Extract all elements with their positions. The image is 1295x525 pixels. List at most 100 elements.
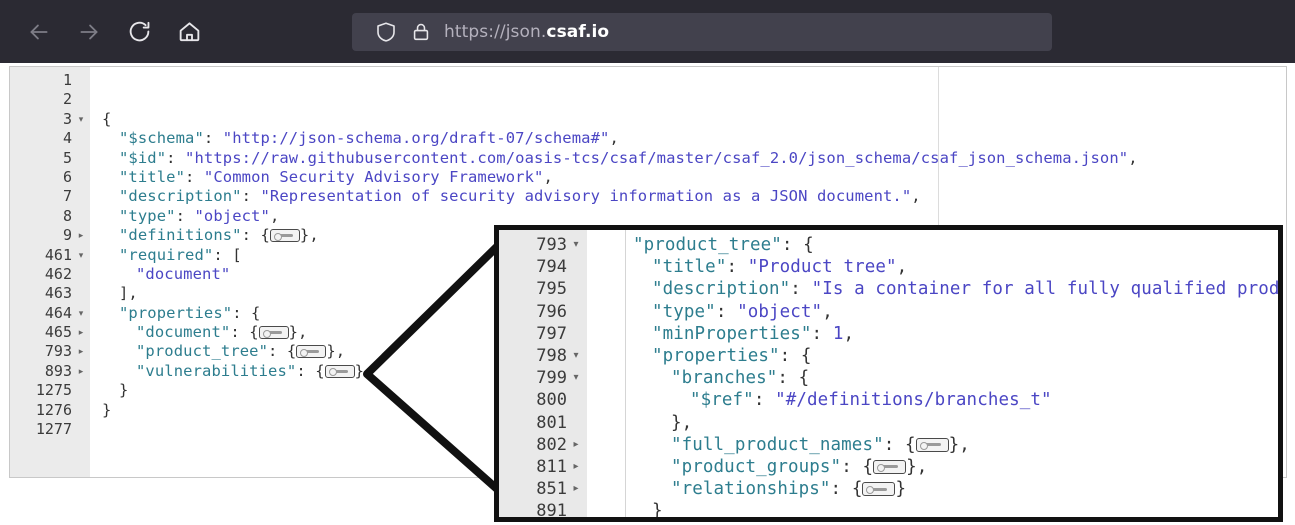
json-string: "object": [737, 301, 823, 322]
json-punctuation: },: [906, 456, 928, 477]
code-line[interactable]: 851 ▸ "relationships": {}: [499, 478, 1278, 500]
url-scheme: https://json.: [444, 22, 547, 42]
inset-code-lines[interactable]: 793 ▾ "product_tree": {794 "title": "Produc…: [499, 234, 1278, 517]
forward-arrow-icon: [80, 24, 98, 39]
fold-closed-icon[interactable]: ▸: [571, 478, 581, 500]
back-button[interactable]: [22, 15, 56, 49]
code-line[interactable]: 7 "description": "Representation of secur…: [10, 187, 1286, 206]
code-line[interactable]: 5 "$id": "https://raw.githubusercontent.c…: [10, 149, 1286, 168]
json-key: "full_product_names": [671, 434, 884, 455]
code-text: "$id": "https://raw.githubusercontent.co…: [119, 149, 1138, 168]
json-string: "http://json-schema.org/draft-07/schema#…: [222, 129, 610, 148]
fold-open-icon[interactable]: ▾: [76, 110, 86, 129]
code-line[interactable]: 2: [10, 90, 1286, 109]
collapsed-object-icon[interactable]: [258, 326, 289, 340]
forward-button[interactable]: [72, 15, 106, 49]
code-line[interactable]: 795 "description": "Is a container for al…: [499, 278, 1278, 300]
json-punctuation: ,: [1128, 148, 1138, 167]
code-text: "title": "Product tree",: [652, 256, 907, 278]
fold-open-icon[interactable]: ▾: [571, 234, 581, 256]
code-line[interactable]: 798 ▾ "properties": {: [499, 345, 1278, 367]
json-key: "$ref": [690, 390, 754, 411]
collapsed-object-icon[interactable]: [862, 482, 896, 497]
fold-open-icon[interactable]: ▾: [76, 246, 86, 265]
fold-closed-icon[interactable]: ▸: [76, 226, 86, 245]
code-line[interactable]: 891}: [499, 500, 1278, 517]
code-line[interactable]: 794 "title": "Product tree",: [499, 256, 1278, 278]
json-punctuation: },: [948, 434, 970, 455]
address-bar[interactable]: https://json.csaf.io: [352, 13, 1052, 51]
line-number: 464: [44, 303, 72, 322]
code-text: "full_product_names": {},: [671, 434, 970, 456]
fold-open-icon[interactable]: ▾: [571, 367, 581, 389]
back-arrow-icon: [30, 24, 48, 39]
json-key: "properties": [119, 303, 233, 322]
json-punctuation: : {: [781, 235, 814, 255]
code-text: "document": [136, 265, 230, 284]
code-line[interactable]: 797 "minProperties": 1,: [499, 323, 1278, 345]
code-text: "description": "Is a container for all f…: [652, 278, 1278, 300]
collapsed-object-icon[interactable]: [296, 345, 327, 359]
collapsed-object-icon[interactable]: [324, 364, 355, 378]
json-key: "properties": [652, 345, 780, 366]
code-text: "document": {},: [136, 323, 308, 342]
code-line[interactable]: 801},: [499, 412, 1278, 434]
line-number: 461: [44, 245, 72, 264]
navigation-button-group: [0, 15, 206, 49]
code-line[interactable]: 3 ▾ {: [10, 110, 1286, 129]
code-text: ],: [119, 284, 138, 303]
line-number: 462: [44, 264, 72, 283]
json-number: 1: [832, 323, 844, 344]
json-punctuation: :: [185, 167, 204, 186]
fold-closed-icon[interactable]: ▸: [76, 342, 86, 361]
json-punctuation: ,: [543, 167, 553, 186]
code-line[interactable]: 800 "$ref": "#/definitions/branches_t": [499, 389, 1278, 411]
line-number: 7: [62, 187, 72, 206]
fold-closed-icon[interactable]: ▸: [571, 434, 581, 456]
zoom-inset-panel[interactable]: 793 ▾ "product_tree": {794 "title": "Produc…: [494, 225, 1283, 522]
json-punctuation: :: [166, 148, 186, 167]
code-line[interactable]: 8 "type": "object",: [10, 207, 1286, 226]
json-string: "https://raw.githubusercontent.com/oasis…: [185, 148, 1129, 167]
fold-closed-icon[interactable]: ▸: [571, 456, 581, 478]
code-text: "description": "Representation of securi…: [119, 187, 921, 206]
home-button[interactable]: [172, 15, 206, 49]
json-key: "$id": [119, 148, 167, 167]
code-line[interactable]: 811 ▸ "product_groups": {},: [499, 456, 1278, 478]
code-line[interactable]: 793 ▾ "product_tree": {: [499, 234, 1278, 256]
json-punctuation: ,: [609, 129, 619, 148]
code-line[interactable]: 802 ▸ "full_product_names": {},: [499, 434, 1278, 456]
collapsed-object-icon[interactable]: [915, 437, 949, 452]
json-punctuation: {: [102, 109, 112, 128]
json-punctuation: :: [175, 206, 195, 225]
url-host: csaf.io: [546, 22, 610, 42]
collapsed-object-icon[interactable]: [873, 459, 907, 474]
code-line[interactable]: 6 "title": "Common Security Advisory Fram…: [10, 168, 1286, 187]
reload-button[interactable]: [122, 15, 156, 49]
json-punctuation: ,: [822, 301, 833, 322]
fold-closed-icon[interactable]: ▸: [76, 323, 86, 342]
fold-open-icon[interactable]: ▾: [76, 304, 86, 323]
json-string: "document": [136, 264, 231, 283]
code-text: {: [102, 110, 111, 129]
json-punctuation: },: [671, 412, 693, 433]
code-line[interactable]: 4 "$schema": "http://json-schema.org/draf…: [10, 129, 1286, 148]
line-number: 851: [536, 479, 567, 500]
shield-icon[interactable]: [374, 20, 398, 44]
code-line[interactable]: 796 "type": "object",: [499, 301, 1278, 323]
line-number: 1276: [35, 400, 72, 419]
json-key: "description": [652, 279, 791, 300]
fold-open-icon[interactable]: ▾: [571, 345, 581, 367]
line-number: 811: [536, 456, 567, 477]
url-text[interactable]: https://json.csaf.io: [444, 22, 609, 42]
fold-closed-icon[interactable]: ▸: [76, 362, 86, 381]
code-text: "branches": {: [671, 367, 809, 389]
code-text: "$schema": "http://json-schema.org/draft…: [119, 129, 619, 148]
collapsed-object-icon[interactable]: [269, 229, 300, 243]
browser-toolbar: https://json.csaf.io: [0, 0, 1295, 63]
code-line[interactable]: 799 ▾ "branches": {: [499, 367, 1278, 389]
lock-icon[interactable]: [410, 21, 432, 43]
json-string: "Product tree": [747, 257, 897, 278]
code-line[interactable]: 1: [10, 71, 1286, 90]
json-key: "title": [119, 167, 186, 186]
